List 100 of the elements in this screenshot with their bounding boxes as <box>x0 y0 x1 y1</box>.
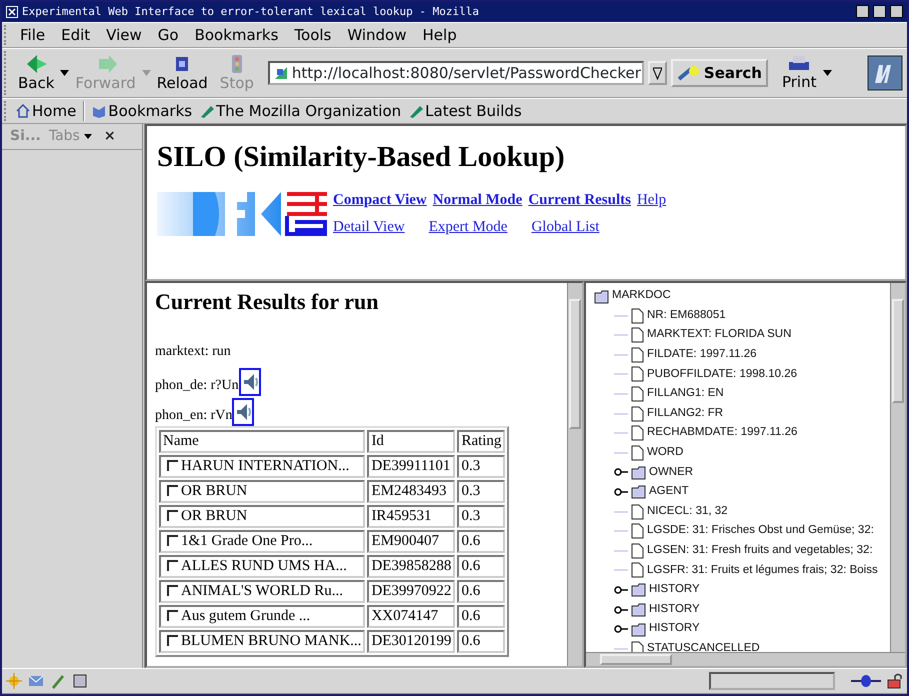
menu-item[interactable]: Bookmarks <box>186 24 286 46</box>
tree-item[interactable]: LGSFR: 31: Fruits et légumes frais; 32: Boiss <box>647 560 878 580</box>
sidebar-title: Si... <box>10 127 41 146</box>
caret-icon[interactable] <box>822 70 832 76</box>
tree-line <box>614 452 628 454</box>
back-arrow-icon <box>25 53 48 76</box>
tree-item[interactable]: NICECL: 31, 32 <box>647 502 728 522</box>
nav-link[interactable]: Detail View <box>333 216 405 238</box>
checkbox[interactable] <box>167 485 178 496</box>
tree-item[interactable]: NR: EM688051 <box>647 306 726 326</box>
scrollbar[interactable] <box>567 283 582 666</box>
mozilla-logo-icon[interactable] <box>867 54 903 91</box>
checkbox[interactable] <box>167 460 178 472</box>
tree-item[interactable]: LGSEN: 31: Fresh fruits and vegetables; 32: <box>647 540 873 561</box>
checkbox[interactable] <box>167 510 178 522</box>
nav-link[interactable]: Compact View <box>333 189 427 212</box>
scrollbar[interactable] <box>586 652 905 666</box>
bookmark-icon <box>409 104 424 118</box>
tree-folder[interactable]: HISTORY <box>649 619 700 639</box>
expander-icon[interactable] <box>614 625 628 634</box>
tree-line <box>614 648 628 650</box>
tree-item[interactable]: FILDATE: 1997.11.26 <box>647 345 757 365</box>
phon-en-label: phon_en: rVn <box>155 407 232 426</box>
menu-item[interactable]: File <box>12 24 54 46</box>
window-menu-icon[interactable] <box>6 6 18 18</box>
tree-item[interactable]: FILLANG1: EN <box>647 384 724 404</box>
menu-item[interactable]: Help <box>414 24 465 46</box>
checkbox[interactable] <box>167 560 178 572</box>
table-cell: 0.3 <box>457 455 506 478</box>
tree-folder[interactable]: MARKDOC <box>612 286 671 306</box>
nav-link[interactable]: Normal Mode <box>432 189 522 212</box>
tree-folder[interactable]: HISTORY <box>649 600 700 620</box>
table-cell: 0.6 <box>457 530 506 554</box>
table-cell: 0.6 <box>457 605 506 628</box>
menu-item[interactable]: Edit <box>53 24 98 46</box>
home-link[interactable]: Home <box>12 100 80 122</box>
tree-item[interactable]: WORD <box>647 443 684 463</box>
tree-line <box>614 510 628 513</box>
maximize-button[interactable] <box>873 5 886 18</box>
tree-line <box>614 334 628 336</box>
tree-item[interactable]: LGSDE: 31: Frisches Obst und Gemüse; 32: <box>647 521 874 541</box>
url-field[interactable]: http://localhost:8080/servlet/PasswordChecker <box>268 60 644 85</box>
table-cell: 0.6 <box>457 580 506 604</box>
expander-icon[interactable] <box>614 586 628 594</box>
nav-link[interactable]: Current Results <box>528 189 631 212</box>
checkbox[interactable] <box>167 610 178 622</box>
table-cell: 0.6 <box>457 630 506 654</box>
checkbox[interactable] <box>167 585 178 596</box>
tree-folder[interactable]: HISTORY <box>649 580 700 600</box>
reload-button[interactable]: Reload <box>150 51 214 94</box>
tree-line <box>614 432 628 434</box>
column-header: Id <box>367 430 456 454</box>
table-cell: DE30120199 <box>367 630 456 654</box>
nav-link[interactable]: Help <box>636 189 666 212</box>
close-button[interactable] <box>890 5 903 18</box>
menu-item[interactable]: View <box>98 24 150 46</box>
bookmarks-link[interactable]: Bookmarks <box>88 100 196 122</box>
expander-icon[interactable] <box>614 488 628 496</box>
document-icon <box>631 444 644 461</box>
caret-icon[interactable] <box>60 70 70 76</box>
tree-item[interactable]: FILLANG2: FR <box>647 404 724 424</box>
expander-icon[interactable] <box>614 606 628 614</box>
table-cell: DE39911101 <box>367 455 456 478</box>
tree-item[interactable]: STATUSCANCELLED <box>647 638 760 652</box>
tree-item[interactable]: PUBOFFILDATE: 1998.10.26 <box>647 364 797 384</box>
folder-icon <box>631 622 646 637</box>
back-button[interactable]: Back <box>12 51 60 94</box>
url-dropdown-button[interactable] <box>648 60 667 85</box>
tree-line <box>614 530 628 532</box>
bookmark-link[interactable]: Latest Builds <box>405 100 526 122</box>
book-icon <box>92 104 106 118</box>
speaker-icon[interactable] <box>232 398 254 426</box>
document-icon <box>631 523 644 540</box>
tree-item[interactable]: RECHABMDATE: 1997.11.26 <box>647 423 798 443</box>
menu-item[interactable]: Tools <box>286 24 340 46</box>
speaker-icon[interactable] <box>238 368 261 396</box>
table-cell: 0.3 <box>457 480 506 504</box>
checkbox[interactable] <box>167 535 178 546</box>
nav-link[interactable]: Expert Mode <box>428 216 508 238</box>
tree-item[interactable]: MARKTEXT: FLORIDA SUN <box>647 325 792 346</box>
tree-line <box>614 550 628 552</box>
minimize-button[interactable] <box>856 5 869 18</box>
document-icon <box>631 327 644 344</box>
menu-item[interactable]: Go <box>150 24 187 46</box>
document-icon <box>631 366 644 382</box>
tree-folder[interactable]: OWNER <box>649 462 694 482</box>
scrollbar[interactable] <box>890 283 905 652</box>
tree-folder[interactable]: AGENT <box>649 482 689 502</box>
document-icon <box>631 542 644 559</box>
lock-icon <box>887 673 903 690</box>
checkbox[interactable] <box>167 635 178 646</box>
search-button[interactable]: Search <box>670 58 768 88</box>
expander-icon[interactable] <box>614 468 628 476</box>
bookmark-link[interactable]: The Mozilla Organization <box>196 100 406 122</box>
print-button[interactable]: Print <box>776 52 822 94</box>
close-button[interactable]: × <box>104 126 116 148</box>
document-icon <box>631 308 644 324</box>
menu-item[interactable]: Window <box>339 24 415 46</box>
silo-logo <box>285 192 329 236</box>
nav-link[interactable]: Global List <box>531 216 600 238</box>
